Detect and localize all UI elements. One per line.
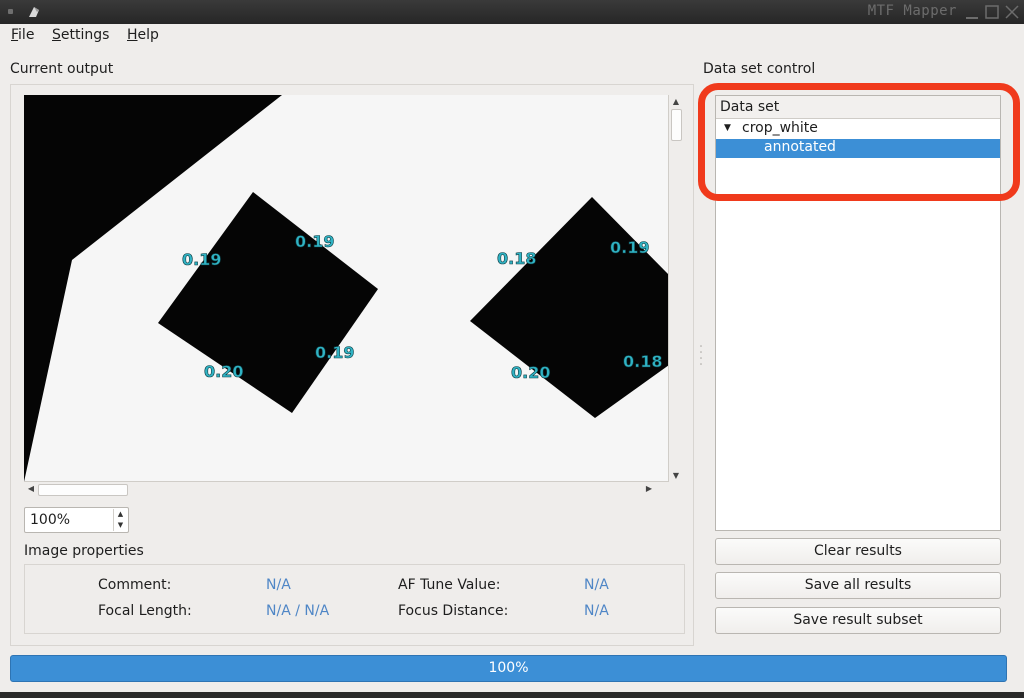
af-tune-value: N/A xyxy=(584,577,609,593)
comment-label: Comment: xyxy=(98,577,172,593)
taskbar-strip xyxy=(0,692,1024,698)
scroll-right-icon[interactable]: ▶ xyxy=(642,484,656,493)
data-set-control-label: Data set control xyxy=(703,61,816,77)
save-all-results-button[interactable]: Save all results xyxy=(715,572,1001,599)
window-title: MTF Mapper xyxy=(867,3,957,19)
mtf-label: 0.20 xyxy=(511,363,550,382)
splitter-handle[interactable] xyxy=(700,340,702,370)
mtf-label: 0.18 xyxy=(623,352,662,371)
mtf-label: 0.19 xyxy=(315,343,354,362)
focal-length-label: Focal Length: xyxy=(98,603,192,619)
comment-value: N/A xyxy=(266,577,291,593)
focus-distance-label: Focus Distance: xyxy=(398,603,509,619)
zoom-spinbox[interactable]: 100% ▲ ▼ xyxy=(24,507,129,533)
current-output-label: Current output xyxy=(10,61,114,77)
output-image[interactable]: 0.19 0.19 0.20 0.19 0.18 0.19 0.20 0.18 xyxy=(24,95,669,482)
menu-file[interactable]: File xyxy=(11,27,34,43)
minimize-icon[interactable] xyxy=(964,4,980,20)
mtf-label: 0.19 xyxy=(182,250,221,269)
zoom-stepper[interactable]: ▲ ▼ xyxy=(113,509,127,531)
af-tune-label: AF Tune Value: xyxy=(398,577,501,593)
mtf-label: 0.19 xyxy=(610,238,649,257)
scroll-left-icon[interactable]: ◀ xyxy=(24,484,38,493)
mtf-label: 0.18 xyxy=(497,249,536,268)
annotation-highlight-box xyxy=(698,83,1020,201)
image-properties-heading: Image properties xyxy=(24,543,144,559)
scroll-up-icon[interactable]: ▲ xyxy=(669,97,683,106)
focus-distance-value: N/A xyxy=(584,603,609,619)
menu-bar: File Settings Help xyxy=(0,24,1024,48)
image-horizontal-scrollbar[interactable]: ◀ ▶ xyxy=(24,481,668,498)
image-vertical-scrollbar[interactable]: ▲ ▼ xyxy=(668,95,684,482)
window-menu-icon[interactable] xyxy=(8,9,13,14)
zoom-up-icon[interactable]: ▲ xyxy=(114,509,127,520)
zoom-value[interactable]: 100% xyxy=(30,512,70,528)
mtf-label: 0.20 xyxy=(204,362,243,381)
title-bar: MTF Mapper xyxy=(0,0,1024,24)
save-result-subset-button[interactable]: Save result subset xyxy=(715,607,1001,634)
focal-length-value: N/A / N/A xyxy=(266,603,330,619)
image-properties-box xyxy=(24,564,685,634)
maximize-icon[interactable] xyxy=(984,4,1000,20)
mtf-label: 0.19 xyxy=(295,232,334,251)
clear-results-button[interactable]: Clear results xyxy=(715,538,1001,565)
menu-settings[interactable]: Settings xyxy=(52,27,109,43)
progress-bar: 100% xyxy=(10,655,1007,682)
close-icon[interactable] xyxy=(1004,4,1020,20)
scrollbar-thumb[interactable] xyxy=(671,109,682,141)
scroll-down-icon[interactable]: ▼ xyxy=(669,471,683,480)
zoom-down-icon[interactable]: ▼ xyxy=(114,520,127,531)
app-icon xyxy=(29,7,39,17)
scrollbar-thumb[interactable] xyxy=(38,484,128,496)
menu-help[interactable]: Help xyxy=(127,27,159,43)
